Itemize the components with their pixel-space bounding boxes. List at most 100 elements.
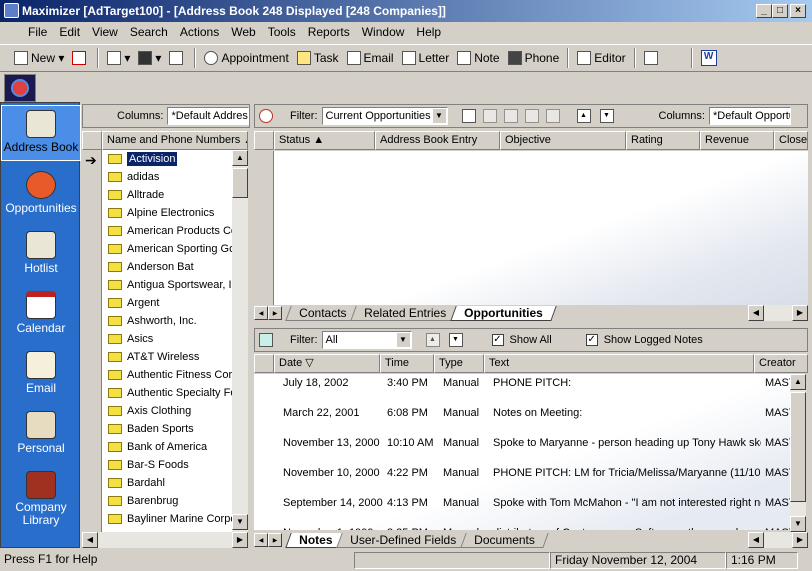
tab-scroll-right-button[interactable]: ▶ bbox=[268, 533, 282, 547]
print-button[interactable]: ▾ bbox=[107, 51, 130, 65]
address-list-item[interactable]: Baden Sports bbox=[102, 420, 232, 438]
word-button[interactable]: W bbox=[700, 50, 720, 66]
maximizer-logo-icon[interactable] bbox=[4, 74, 36, 102]
menu-edit[interactable]: Edit bbox=[59, 25, 80, 39]
delete-button[interactable] bbox=[72, 51, 89, 65]
address-list-item[interactable]: American Sporting Go bbox=[102, 240, 232, 258]
address-list-item[interactable]: adidas bbox=[102, 168, 232, 186]
nav-email[interactable]: Email bbox=[1, 351, 81, 395]
nav-address-book[interactable]: Address Book bbox=[1, 105, 81, 161]
opportunities-horizontal-scrollbar[interactable]: ◀ ▶ bbox=[748, 305, 808, 321]
notes-vertical-scrollbar[interactable]: ▲ ▼ bbox=[790, 374, 806, 532]
name-phone-column-header[interactable]: Name and Phone Numbers ▲ bbox=[102, 131, 248, 150]
menu-web[interactable]: Web bbox=[231, 25, 255, 39]
address-list-item[interactable]: Axis Clothing bbox=[102, 402, 232, 420]
close-column-header[interactable]: Close bbox=[774, 131, 808, 150]
nav-personal[interactable]: Personal bbox=[1, 411, 81, 455]
move-down-icon[interactable]: ▼ bbox=[448, 333, 463, 347]
email-button[interactable]: Email bbox=[346, 51, 394, 65]
phone-button[interactable]: Phone bbox=[507, 51, 559, 65]
address-list-item[interactable]: Alpine Electronics bbox=[102, 204, 232, 222]
menu-reports[interactable]: Reports bbox=[308, 25, 350, 39]
address-list-item[interactable]: Barenbrug bbox=[102, 492, 232, 510]
tools-button[interactable] bbox=[643, 51, 661, 65]
close-button[interactable]: × bbox=[790, 4, 806, 18]
show-logged-notes-checkbox[interactable]: ✓ Show Logged Notes bbox=[585, 334, 703, 347]
tab-user-defined-fields[interactable]: User-Defined Fields bbox=[336, 533, 471, 548]
tab-documents[interactable]: Documents bbox=[460, 533, 549, 548]
move-up-icon[interactable]: ▲ bbox=[425, 333, 440, 347]
appointment-button[interactable]: Appointment bbox=[204, 51, 289, 65]
menu-search[interactable]: Search bbox=[130, 25, 168, 39]
menu-window[interactable]: Window bbox=[362, 25, 405, 39]
grid-view-icon[interactable] bbox=[461, 109, 476, 123]
address-entry-column-header[interactable]: Address Book Entry bbox=[375, 131, 500, 150]
tab-opportunities[interactable]: Opportunities bbox=[450, 306, 557, 321]
note-row[interactable]: July 18, 2002 3:40 PM Manual PHONE PITCH: MA… bbox=[274, 374, 790, 404]
menu-tools[interactable]: Tools bbox=[268, 25, 296, 39]
rating-column-header[interactable]: Rating bbox=[626, 131, 700, 150]
address-list-item[interactable]: Argent bbox=[102, 294, 232, 312]
address-columns-select[interactable]: *Default Address bbox=[167, 107, 249, 125]
status-column-header[interactable]: Status ▲ bbox=[274, 131, 375, 150]
nav-opportunities[interactable]: Opportunities bbox=[1, 171, 81, 215]
note-row[interactable]: November 10, 2000 4:22 PM Manual PHONE PITC… bbox=[274, 464, 790, 494]
tab-scroll-right-button[interactable]: ▶ bbox=[268, 306, 282, 320]
address-list-item[interactable]: Ashworth, Inc. bbox=[102, 312, 232, 330]
date-column-header[interactable]: Date ▽ bbox=[274, 354, 380, 373]
search-button[interactable]: ▾ bbox=[138, 51, 161, 65]
revenue-column-header[interactable]: Revenue bbox=[700, 131, 774, 150]
time-column-header[interactable]: Time bbox=[380, 354, 434, 373]
address-list-item[interactable]: Anderson Bat bbox=[102, 258, 232, 276]
note-row[interactable]: November 1, 19998:25 PM Manualdistributor… bbox=[274, 524, 790, 530]
notes-horizontal-scrollbar[interactable]: ◀ ▶ bbox=[748, 532, 808, 548]
note-row[interactable]: March 22, 2001 6:08 PM Manual Notes on Meet… bbox=[274, 404, 790, 434]
objective-column-header[interactable]: Objective bbox=[500, 131, 626, 150]
address-list-item[interactable]: AT&T Wireless bbox=[102, 348, 232, 366]
org-chart-button[interactable] bbox=[169, 51, 186, 65]
address-list-item[interactable]: Bank of America bbox=[102, 438, 232, 456]
address-list-item[interactable]: American Products Co bbox=[102, 222, 232, 240]
notes-filter-select[interactable]: All ▼ bbox=[321, 331, 412, 349]
address-list-item[interactable]: Bar-S Foods bbox=[102, 456, 232, 474]
tab-contacts[interactable]: Contacts bbox=[285, 306, 361, 321]
tab-related-entries[interactable]: Related Entries bbox=[350, 306, 461, 321]
address-list-item[interactable]: Asics bbox=[102, 330, 232, 348]
edit-disabled-icon[interactable] bbox=[482, 109, 497, 123]
menu-help[interactable]: Help bbox=[416, 25, 441, 39]
new-button[interactable]: New ▾ bbox=[14, 51, 64, 65]
move-down-icon[interactable]: ▼ bbox=[599, 109, 614, 123]
task-button[interactable]: Task bbox=[296, 51, 339, 65]
gear-disabled-icon[interactable] bbox=[545, 109, 560, 123]
nav-calendar[interactable]: Calendar bbox=[1, 291, 81, 335]
address-list-item[interactable]: Bayliner Marine Corpo bbox=[102, 510, 232, 528]
menu-file[interactable]: File bbox=[28, 25, 47, 39]
address-list-item[interactable]: Activision bbox=[102, 150, 232, 168]
nav-hotlist[interactable]: Hotlist bbox=[1, 231, 81, 275]
note-row[interactable]: November 13, 2000 10:10 AM Manual Spoke to … bbox=[274, 434, 790, 464]
address-list-item[interactable]: Authentic Fitness Corp bbox=[102, 366, 232, 384]
nav-company-library[interactable]: Company Library bbox=[1, 471, 81, 527]
link-disabled-icon[interactable] bbox=[524, 109, 539, 123]
opportunity-filter-select[interactable]: Current Opportunities ▼ bbox=[321, 107, 448, 125]
address-list-item[interactable]: Authentic Specialty Fo bbox=[102, 384, 232, 402]
app-icon[interactable] bbox=[4, 3, 19, 18]
menu-view[interactable]: View bbox=[92, 25, 118, 39]
address-horizontal-scrollbar[interactable]: ◀ ▶ bbox=[82, 532, 248, 548]
opportunities-grid[interactable] bbox=[274, 151, 808, 305]
menu-actions[interactable]: Actions bbox=[180, 25, 219, 39]
move-up-icon[interactable]: ▲ bbox=[576, 109, 591, 123]
editor-button[interactable]: Editor bbox=[577, 51, 626, 65]
address-list-scrollbar[interactable]: ▲ ▼ bbox=[232, 150, 248, 532]
maximize-button[interactable]: □ bbox=[772, 4, 788, 18]
type-column-header[interactable]: Type bbox=[434, 354, 484, 373]
address-list-item[interactable]: Antigua Sportswear, I bbox=[102, 276, 232, 294]
minimize-button[interactable]: _ bbox=[756, 4, 772, 18]
creator-column-header[interactable]: Creator bbox=[754, 354, 808, 373]
address-list-item[interactable]: Alltrade bbox=[102, 186, 232, 204]
tab-scroll-left-button[interactable]: ◀ bbox=[254, 533, 268, 547]
show-all-checkbox[interactable]: ✓ Show All bbox=[491, 334, 552, 347]
note-row[interactable]: September 14, 2000 4:13 PM Manual Spoke wit… bbox=[274, 494, 790, 524]
wheel-disabled-icon[interactable] bbox=[503, 109, 518, 123]
tab-scroll-left-button[interactable]: ◀ bbox=[254, 306, 268, 320]
